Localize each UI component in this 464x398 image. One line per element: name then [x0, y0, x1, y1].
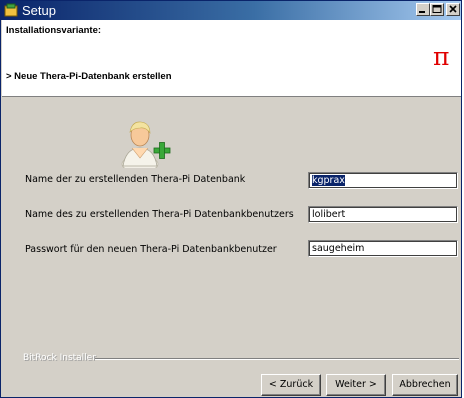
minimize-button[interactable]: [416, 3, 430, 16]
user-password-value: saugeheim: [312, 243, 365, 254]
pi-logo: π: [433, 42, 450, 71]
window-title: Setup: [22, 3, 56, 18]
title-bar[interactable]: Setup: [1, 1, 461, 20]
minimize-icon: [419, 11, 425, 13]
close-button[interactable]: [446, 3, 460, 16]
database-user-input[interactable]: lolibert: [308, 206, 458, 223]
back-button[interactable]: < Zurück: [261, 374, 321, 396]
maximize-icon: [432, 5, 442, 13]
user-password-label: Passwort für den neuen Thera-Pi Datenban…: [25, 244, 277, 255]
user-add-icon: [121, 121, 171, 168]
database-user-value: lolibert: [312, 209, 346, 220]
database-name-label: Name der zu erstellenden Thera-Pi Datenb…: [25, 174, 246, 185]
database-user-label: Name des zu erstellenden Thera-Pi Datenb…: [25, 209, 294, 220]
installer-brand-label: BitRock Installer: [23, 353, 96, 363]
database-name-value: kgprax: [312, 175, 345, 186]
close-icon: [449, 5, 457, 13]
maximize-button[interactable]: [430, 3, 444, 16]
user-password-input[interactable]: saugeheim: [308, 240, 458, 257]
next-button[interactable]: Weiter >: [326, 374, 386, 396]
page-heading: Installationsvariante:: [6, 25, 102, 36]
cancel-button[interactable]: Abbrechen: [392, 374, 458, 396]
footer-divider: [95, 358, 459, 360]
wizard-header: Installationsvariante: > Neue Thera-Pi-D…: [2, 20, 461, 97]
database-name-input[interactable]: kgprax: [308, 172, 458, 189]
setup-window: Setup Installationsvariante: > Neue Ther…: [0, 0, 462, 398]
page-subheading: > Neue Thera-Pi-Datenbank erstellen: [6, 71, 172, 82]
installer-app-icon: [4, 3, 18, 17]
